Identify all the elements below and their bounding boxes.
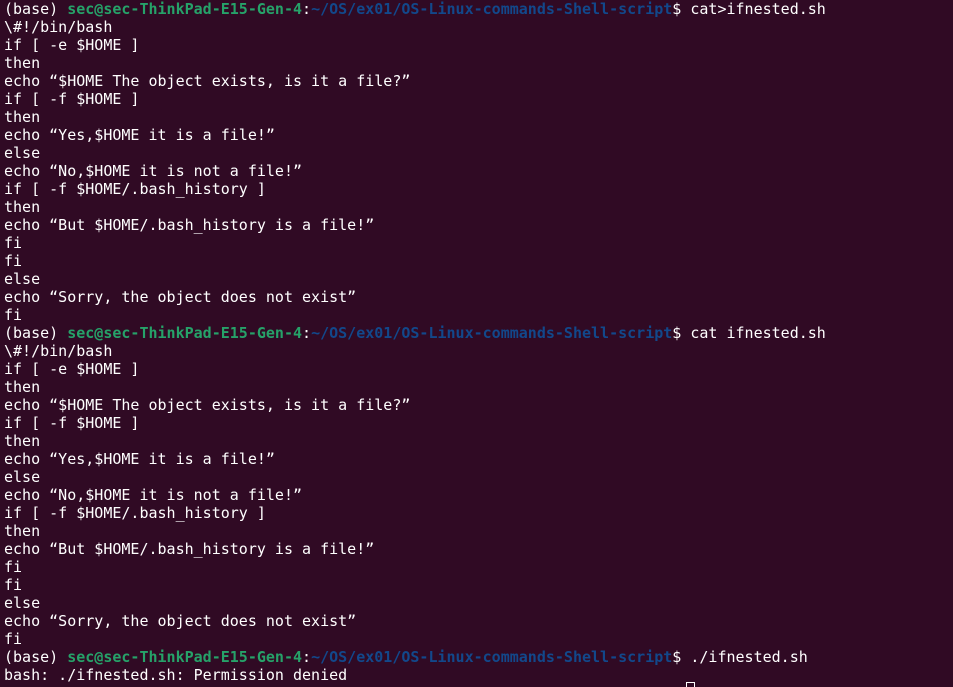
prompt-path: ~/OS/ex01/OS-Linux-commands-Shell-script <box>311 0 673 18</box>
output-line: echo “Sorry, the object does not exist” <box>4 612 357 630</box>
output-line: fi <box>4 252 23 270</box>
output-line: fi <box>4 558 23 576</box>
output-line: if [ -f $HOME/.bash_history ] <box>4 504 266 522</box>
output-line: echo “Yes,$HOME it is a file!” <box>4 450 275 468</box>
prompt-env: (base) <box>4 324 68 342</box>
prompt-symbol: $ <box>672 0 691 18</box>
output-line: then <box>4 522 41 540</box>
prompt-line: (base) sec@sec-ThinkPad-E15-Gen-4:~/OS/e… <box>4 0 826 18</box>
output-line: else <box>4 468 41 486</box>
prompt-separator: : <box>302 0 312 18</box>
output-line: fi <box>4 576 23 594</box>
output-line: then <box>4 54 41 72</box>
output-line: \#!/bin/bash <box>4 18 113 36</box>
output-line: fi <box>4 234 23 252</box>
output-line: echo “No,$HOME it is not a file!” <box>4 162 303 180</box>
terminal-window[interactable]: (base) sec@sec-ThinkPad-E15-Gen-4:~/OS/e… <box>0 0 953 687</box>
prompt-user-host: sec@sec-ThinkPad-E15-Gen-4 <box>67 0 303 18</box>
output-line: fi <box>4 306 23 324</box>
command-text: cat ifnested.sh <box>690 324 826 342</box>
command-text: cat>ifnested.sh <box>690 0 826 18</box>
output-line: echo “But $HOME/.bash_history is a file!… <box>4 216 375 234</box>
prompt-path: ~/OS/ex01/OS-Linux-commands-Shell-script <box>311 648 673 666</box>
output-line: echo “But $HOME/.bash_history is a file!… <box>4 540 375 558</box>
text-cursor <box>686 682 695 687</box>
prompt-path: ~/OS/ex01/OS-Linux-commands-Shell-script <box>311 324 673 342</box>
output-line: then <box>4 108 41 126</box>
output-line: echo “Sorry, the object does not exist” <box>4 288 357 306</box>
prompt-line: (base) sec@sec-ThinkPad-E15-Gen-4:~/OS/e… <box>4 648 826 666</box>
prompt-user-host: sec@sec-ThinkPad-E15-Gen-4 <box>67 324 303 342</box>
prompt-line: (base) sec@sec-ThinkPad-E15-Gen-4:~/OS/e… <box>4 324 826 342</box>
output-line: fi <box>4 630 23 648</box>
output-line: then <box>4 198 41 216</box>
prompt-symbol: $ <box>672 648 691 666</box>
output-line: else <box>4 144 41 162</box>
output-line: else <box>4 594 41 612</box>
output-line: \#!/bin/bash <box>4 342 113 360</box>
prompt-separator: : <box>302 648 312 666</box>
output-line: echo “No,$HOME it is not a file!” <box>4 486 303 504</box>
output-line: bash: ./ifnested.sh: Permission denied <box>4 666 348 684</box>
output-line: then <box>4 432 41 450</box>
prompt-env: (base) <box>4 648 68 666</box>
output-line: if [ -f $HOME ] <box>4 90 140 108</box>
output-line: echo “$HOME The object exists, is it a f… <box>4 72 411 90</box>
output-line: if [ -e $HOME ] <box>4 360 140 378</box>
command-text: ./ifnested.sh <box>690 648 808 666</box>
output-line: echo “Yes,$HOME it is a file!” <box>4 126 275 144</box>
prompt-user-host: sec@sec-ThinkPad-E15-Gen-4 <box>67 648 303 666</box>
output-line: if [ -f $HOME/.bash_history ] <box>4 180 266 198</box>
prompt-symbol: $ <box>672 324 691 342</box>
output-line: if [ -f $HOME ] <box>4 414 140 432</box>
output-line: echo “$HOME The object exists, is it a f… <box>4 396 411 414</box>
output-line: else <box>4 270 41 288</box>
output-line: if [ -e $HOME ] <box>4 36 140 54</box>
output-line: then <box>4 378 41 396</box>
terminal-output: (base) sec@sec-ThinkPad-E15-Gen-4:~/OS/e… <box>4 0 826 684</box>
prompt-separator: : <box>302 324 312 342</box>
prompt-env: (base) <box>4 0 68 18</box>
